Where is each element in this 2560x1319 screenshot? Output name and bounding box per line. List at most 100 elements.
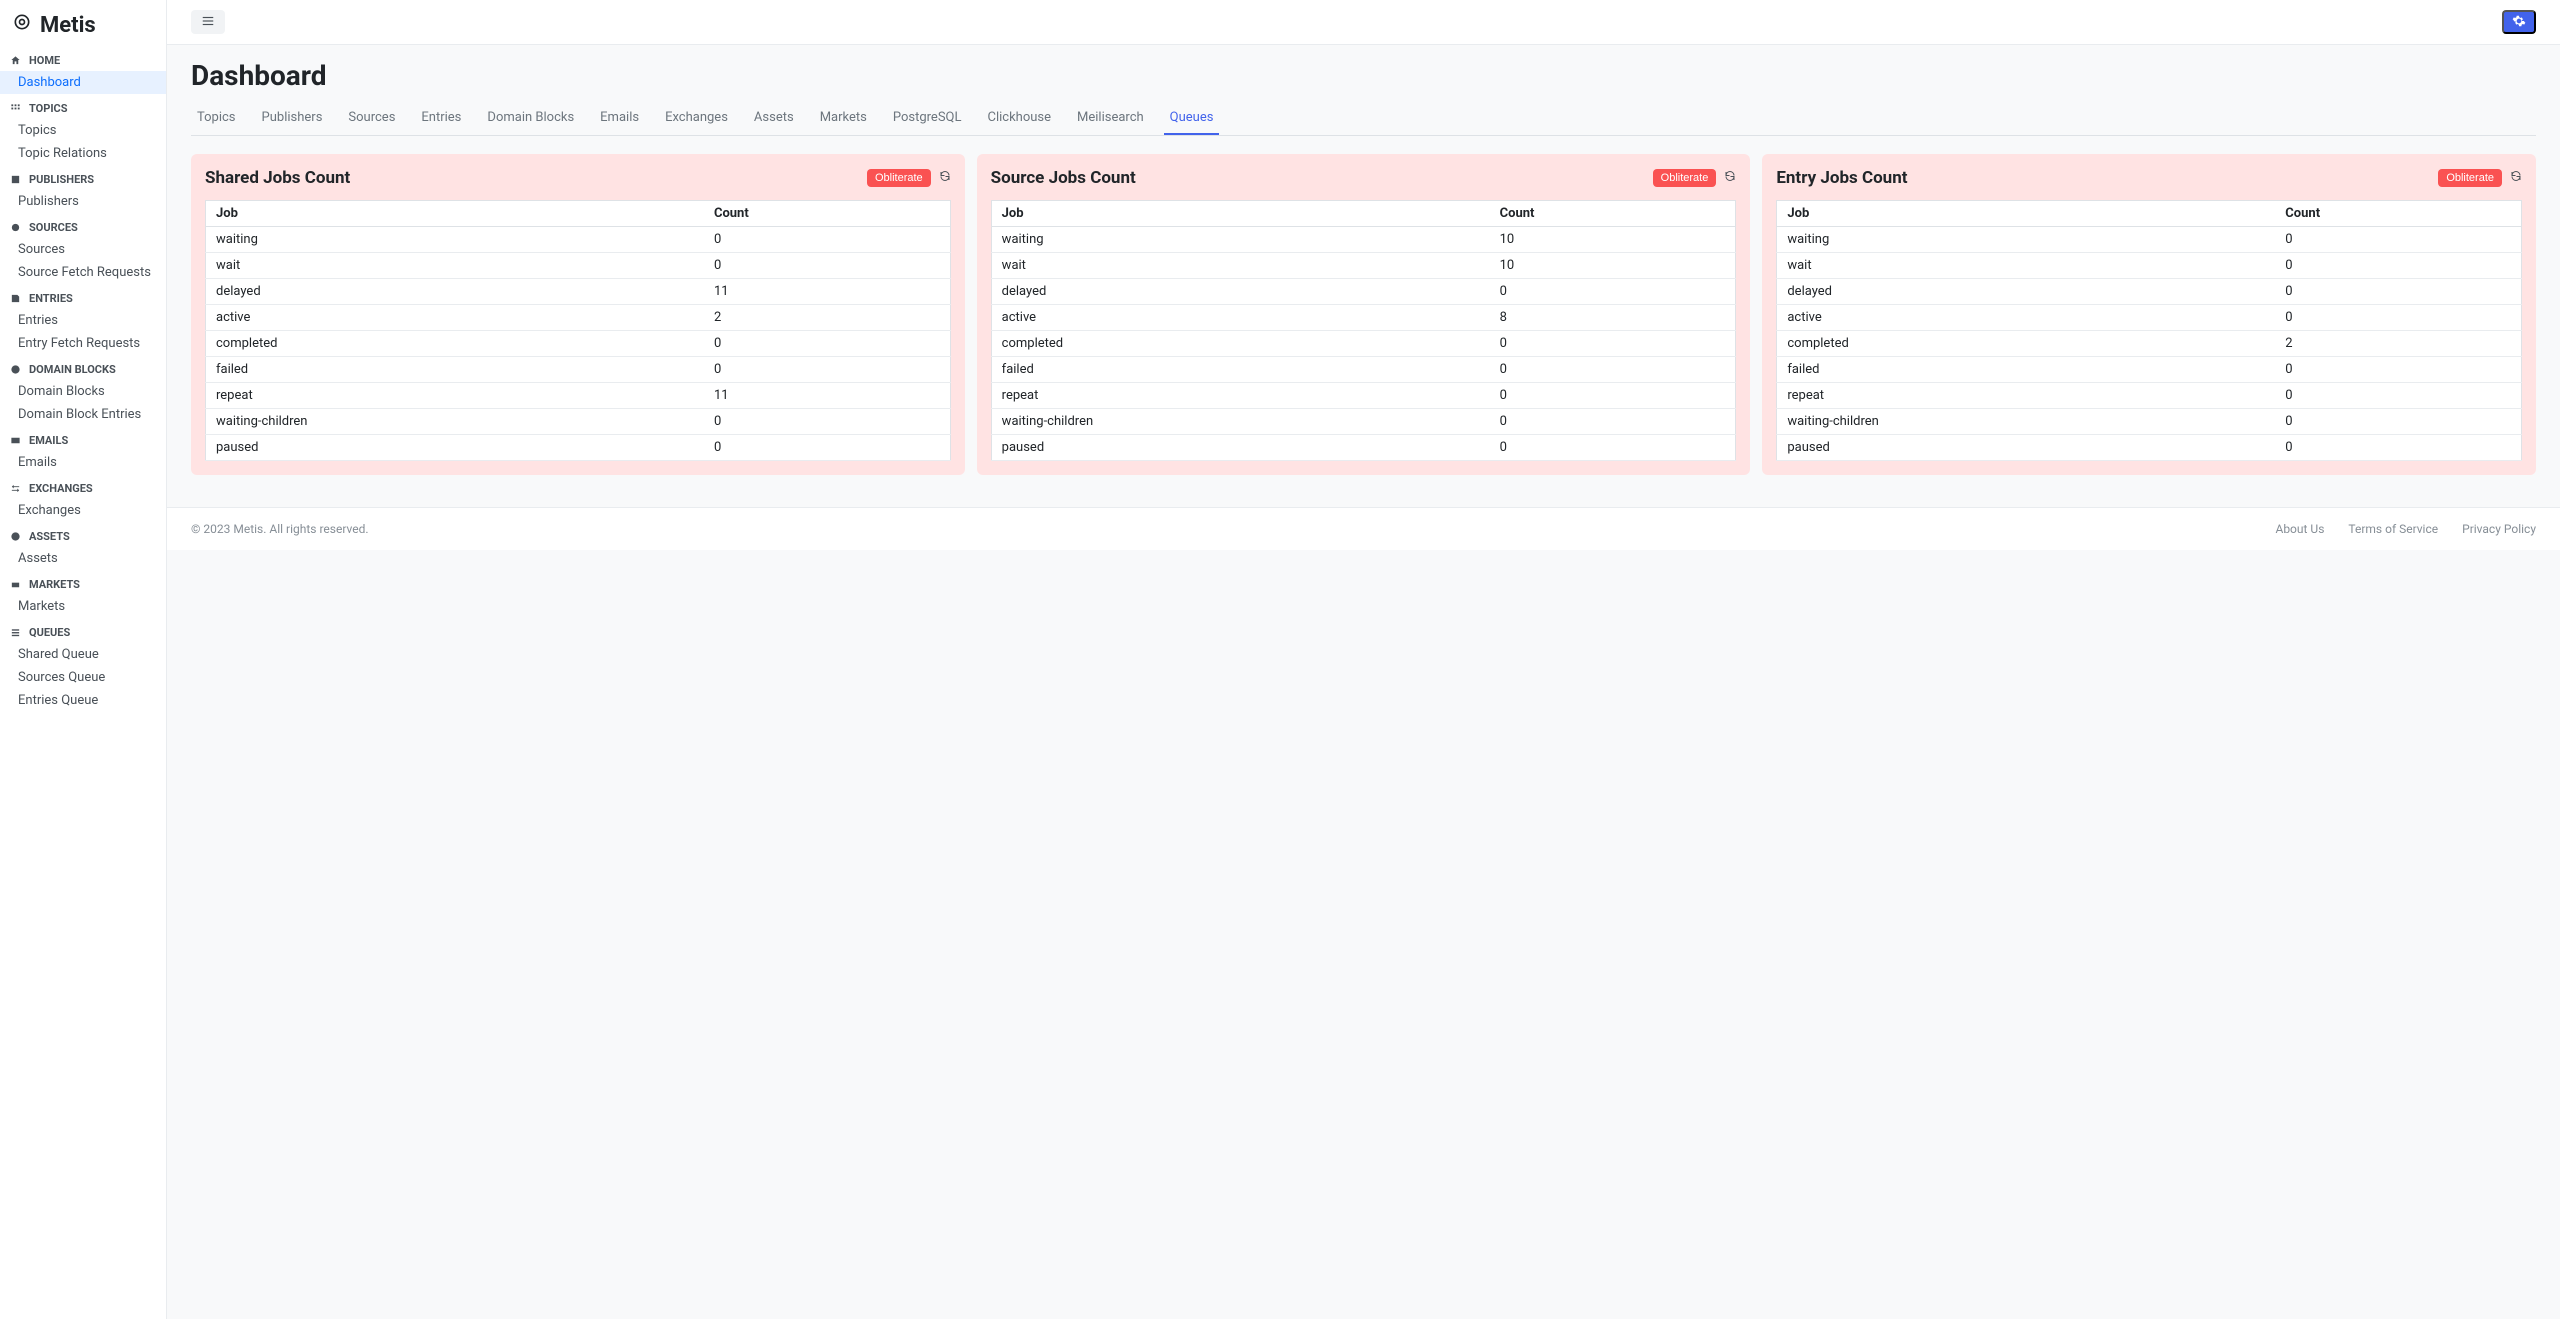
cell-count: 0 bbox=[2275, 435, 2521, 461]
cell-count: 11 bbox=[704, 279, 950, 305]
footer-link-terms[interactable]: Terms of Service bbox=[2348, 522, 2438, 536]
table-row: completed0 bbox=[991, 331, 1736, 357]
topbar bbox=[167, 0, 2560, 45]
card-title: Source Jobs Count bbox=[991, 168, 1136, 188]
footer: © 2023 Metis. All rights reserved. About… bbox=[167, 507, 2560, 550]
obliterate-button[interactable]: Obliterate bbox=[867, 169, 931, 187]
content: Dashboard Topics Publishers Sources Entries… bbox=[167, 45, 2560, 489]
card-title: Shared Jobs Count bbox=[205, 168, 350, 188]
sidebar-item-sources-queue[interactable]: Sources Queue bbox=[0, 666, 166, 689]
cell-job: delayed bbox=[991, 279, 1489, 305]
table-row: completed2 bbox=[1777, 331, 2522, 357]
cell-job: completed bbox=[991, 331, 1489, 357]
brand-icon bbox=[12, 12, 32, 38]
footer-copyright: © 2023 Metis. All rights reserved. bbox=[191, 522, 369, 536]
tab-topics[interactable]: Topics bbox=[191, 102, 242, 135]
tab-queues[interactable]: Queues bbox=[1164, 102, 1220, 135]
footer-link-about[interactable]: About Us bbox=[2275, 522, 2324, 536]
sidebar-item-emails[interactable]: Emails bbox=[0, 451, 166, 474]
table-row: waiting-children0 bbox=[1777, 409, 2522, 435]
refresh-icon[interactable] bbox=[939, 170, 951, 186]
tab-sources[interactable]: Sources bbox=[342, 102, 401, 135]
cell-count: 0 bbox=[704, 253, 950, 279]
cell-count: 2 bbox=[704, 305, 950, 331]
table-row: waiting10 bbox=[991, 227, 1736, 253]
table-row: active0 bbox=[1777, 305, 2522, 331]
table-row: repeat0 bbox=[1777, 383, 2522, 409]
page-title: Dashboard bbox=[191, 59, 2536, 92]
tab-postgresql[interactable]: PostgreSQL bbox=[887, 102, 968, 135]
tab-emails[interactable]: Emails bbox=[594, 102, 645, 135]
table-row: waiting-children0 bbox=[991, 409, 1736, 435]
sidebar-item-markets[interactable]: Markets bbox=[0, 595, 166, 618]
tab-clickhouse[interactable]: Clickhouse bbox=[981, 102, 1057, 135]
sidebar-item-entry-fetch[interactable]: Entry Fetch Requests bbox=[0, 332, 166, 355]
brand[interactable]: Metis bbox=[0, 0, 166, 46]
tab-domain-blocks[interactable]: Domain Blocks bbox=[481, 102, 580, 135]
cards-row: Shared Jobs CountObliterateJobCountwaiti… bbox=[191, 154, 2536, 475]
sidebar-item-topics[interactable]: Topics bbox=[0, 119, 166, 142]
sidebar-item-shared-queue[interactable]: Shared Queue bbox=[0, 643, 166, 666]
sidebar-item-sources[interactable]: Sources bbox=[0, 238, 166, 261]
cell-job: paused bbox=[991, 435, 1489, 461]
cell-count: 0 bbox=[2275, 305, 2521, 331]
cell-count: 0 bbox=[704, 409, 950, 435]
sidebar-item-entries[interactable]: Entries bbox=[0, 309, 166, 332]
settings-button[interactable] bbox=[2502, 10, 2536, 34]
menu-toggle-button[interactable] bbox=[191, 10, 225, 34]
tab-publishers[interactable]: Publishers bbox=[256, 102, 329, 135]
jobs-table: JobCountwaiting0wait0delayed0active0comp… bbox=[1776, 200, 2522, 461]
col-count: Count bbox=[704, 201, 950, 227]
sidebar-item-assets[interactable]: Assets bbox=[0, 547, 166, 570]
section-queues: QUEUES bbox=[0, 618, 166, 643]
sidebar-item-domain-block-entries[interactable]: Domain Block Entries bbox=[0, 403, 166, 426]
cell-count: 0 bbox=[2275, 227, 2521, 253]
sidebar-item-source-fetch[interactable]: Source Fetch Requests bbox=[0, 261, 166, 284]
tabs: Topics Publishers Sources Entries Domain Blo… bbox=[191, 102, 2536, 136]
tab-exchanges[interactable]: Exchanges bbox=[659, 102, 734, 135]
refresh-icon[interactable] bbox=[2510, 170, 2522, 186]
sidebar-item-entries-queue[interactable]: Entries Queue bbox=[0, 689, 166, 712]
section-entries: ENTRIES bbox=[0, 284, 166, 309]
col-job: Job bbox=[206, 201, 704, 227]
sidebar-item-exchanges[interactable]: Exchanges bbox=[0, 499, 166, 522]
section-domain-blocks: DOMAIN BLOCKS bbox=[0, 355, 166, 380]
cell-count: 0 bbox=[1490, 409, 1736, 435]
section-emails: EMAILS bbox=[0, 426, 166, 451]
table-row: failed0 bbox=[1777, 357, 2522, 383]
cell-job: waiting-children bbox=[206, 409, 704, 435]
tab-markets[interactable]: Markets bbox=[814, 102, 873, 135]
cell-count: 0 bbox=[704, 435, 950, 461]
cell-job: paused bbox=[1777, 435, 2275, 461]
cell-job: failed bbox=[206, 357, 704, 383]
obliterate-button[interactable]: Obliterate bbox=[1653, 169, 1717, 187]
menu-icon bbox=[201, 14, 215, 31]
cell-count: 0 bbox=[1490, 331, 1736, 357]
cell-count: 0 bbox=[2275, 279, 2521, 305]
card-1: Source Jobs Count Obliterate JobCountwaiti… bbox=[977, 154, 1751, 475]
tab-assets[interactable]: Assets bbox=[748, 102, 800, 135]
section-sources: SOURCES bbox=[0, 213, 166, 238]
card-title: Entry Jobs Count bbox=[1776, 168, 1907, 188]
cell-job: delayed bbox=[1777, 279, 2275, 305]
table-row: active8 bbox=[991, 305, 1736, 331]
refresh-icon[interactable] bbox=[1724, 170, 1736, 186]
tab-meilisearch[interactable]: Meilisearch bbox=[1071, 102, 1150, 135]
cell-count: 0 bbox=[704, 331, 950, 357]
col-count: Count bbox=[2275, 201, 2521, 227]
cell-job: waiting-children bbox=[1777, 409, 2275, 435]
cell-job: repeat bbox=[991, 383, 1489, 409]
cell-count: 8 bbox=[1490, 305, 1736, 331]
sidebar-item-publishers[interactable]: Publishers bbox=[0, 190, 166, 213]
cell-count: 11 bbox=[704, 383, 950, 409]
footer-link-privacy[interactable]: Privacy Policy bbox=[2462, 522, 2536, 536]
gear-icon bbox=[2512, 14, 2526, 31]
sidebar-item-domain-blocks[interactable]: Domain Blocks bbox=[0, 380, 166, 403]
sidebar-item-topic-relations[interactable]: Topic Relations bbox=[0, 142, 166, 165]
tab-entries[interactable]: Entries bbox=[415, 102, 467, 135]
obliterate-button[interactable]: Obliterate bbox=[2438, 169, 2502, 187]
sidebar: Metis HOME Dashboard TOPICS TopicsTopic … bbox=[0, 0, 167, 1319]
jobs-table: JobCountwaiting10wait10delayed0active8co… bbox=[991, 200, 1737, 461]
sidebar-item-dashboard[interactable]: Dashboard bbox=[0, 71, 166, 94]
section-assets: ASSETS bbox=[0, 522, 166, 547]
